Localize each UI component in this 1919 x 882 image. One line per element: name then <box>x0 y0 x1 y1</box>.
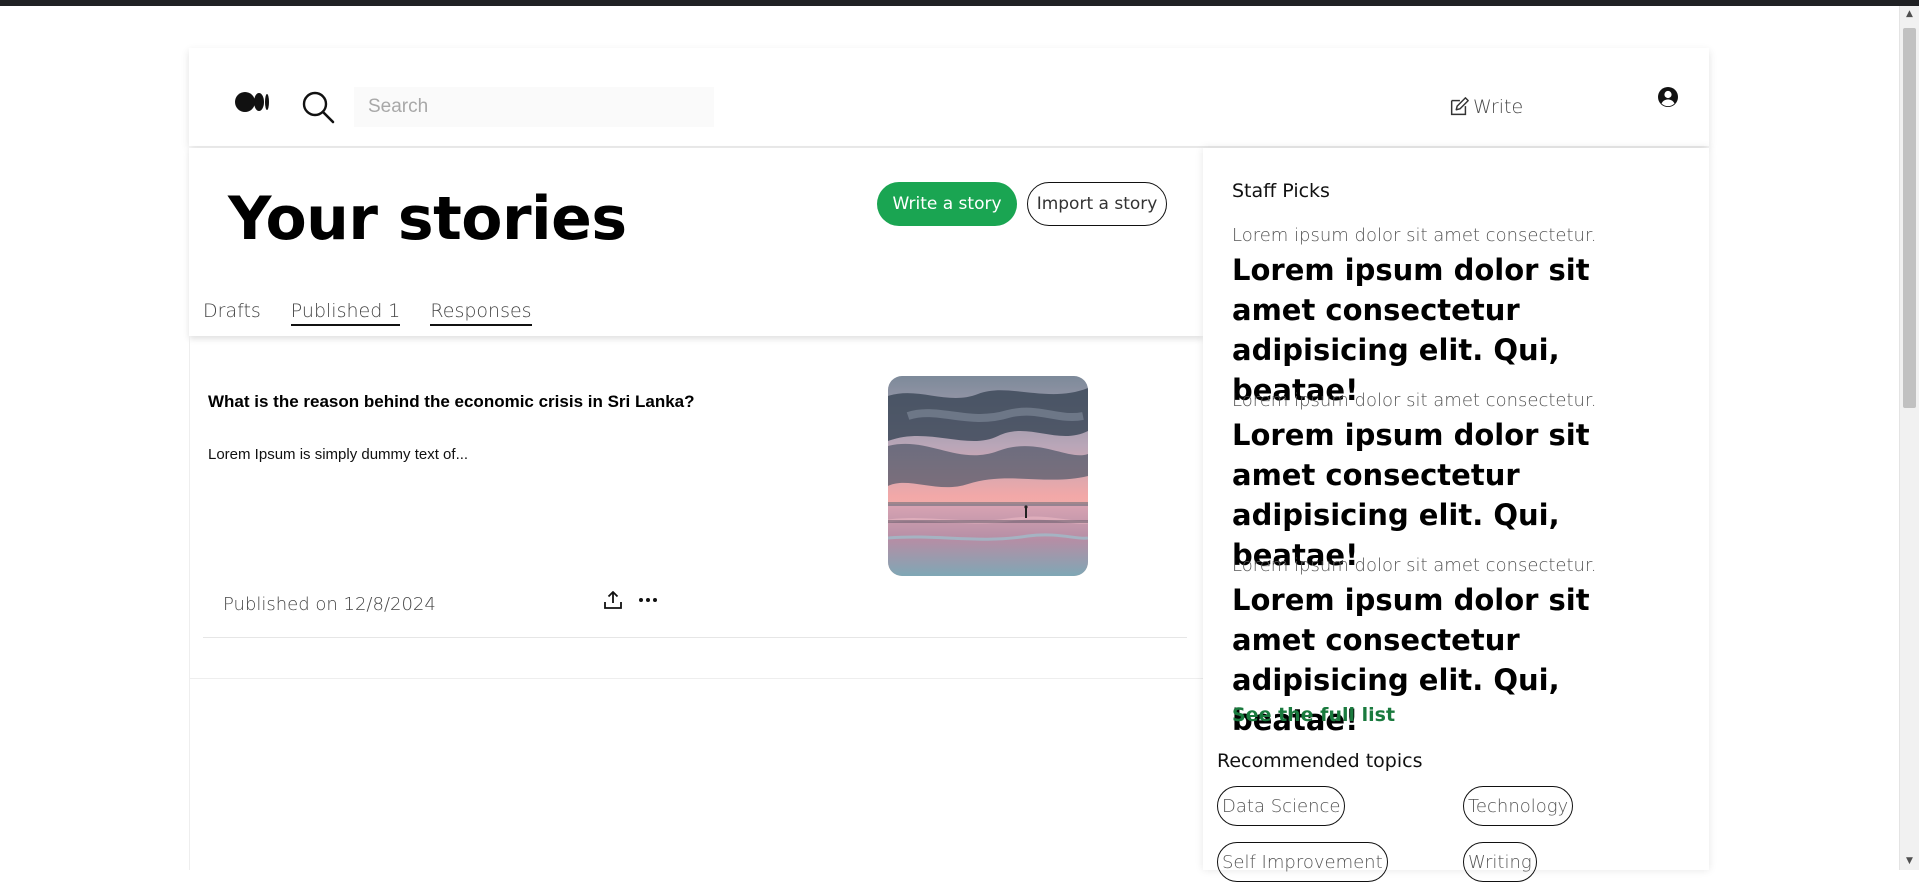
sunset-beach-image <box>888 376 1088 576</box>
pick-subtitle: Lorem ipsum dolor sit amet consectetur. <box>1232 555 1597 576</box>
user-avatar-icon[interactable] <box>1657 86 1679 108</box>
story-thumbnail[interactable] <box>888 376 1088 576</box>
write-story-button[interactable]: Write a story <box>877 182 1017 226</box>
share-icon[interactable] <box>602 589 624 611</box>
tab-drafts[interactable]: Drafts <box>203 300 261 326</box>
edit-icon <box>1450 97 1469 116</box>
story-title[interactable]: What is the reason behind the economic c… <box>208 392 828 412</box>
scrollbar-thumb[interactable] <box>1903 28 1916 408</box>
write-label: Write <box>1473 96 1524 118</box>
scroll-down-icon[interactable]: ▼ <box>1900 853 1919 870</box>
pick-subtitle: Lorem ipsum dolor sit amet consectetur. <box>1232 225 1597 246</box>
medium-logo-icon[interactable] <box>235 92 271 114</box>
page-title: Your stories <box>228 184 627 254</box>
import-story-button[interactable]: Import a story <box>1027 182 1167 226</box>
site-header: Write <box>189 48 1709 146</box>
staff-pick-item[interactable]: Lorem ipsum dolor sit amet consectetur. … <box>1232 390 1672 575</box>
topic-chip-self-improvement[interactable]: Self Improvement <box>1217 842 1388 882</box>
write-link[interactable]: Write <box>1448 92 1523 122</box>
search-icon[interactable] <box>301 90 335 124</box>
scroll-up-icon[interactable]: ▲ <box>1900 6 1919 23</box>
staff-pick-item[interactable]: Lorem ipsum dolor sit amet consectetur. … <box>1232 225 1672 410</box>
tab-responses[interactable]: Responses <box>430 300 532 326</box>
sidebar: Staff Picks Lorem ipsum dolor sit amet c… <box>1203 148 1709 882</box>
stories-header: Your stories Write a story Import a stor… <box>189 148 1203 336</box>
topic-chip-data-science[interactable]: Data Science <box>1217 786 1346 826</box>
pick-subtitle: Lorem ipsum dolor sit amet consectetur. <box>1232 390 1597 411</box>
story-tabs: Drafts Published 1 Responses <box>203 300 562 326</box>
story-excerpt: Lorem Ipsum is simply dummy text of... <box>208 446 469 463</box>
published-date: Published on 12/8/2024 <box>223 594 436 615</box>
topic-chip-writing[interactable]: Writing <box>1463 842 1537 882</box>
page-scrollbar[interactable]: ▲ ▼ <box>1899 6 1919 870</box>
staff-picks-title: Staff Picks <box>1232 180 1330 202</box>
list-divider <box>189 678 1203 679</box>
panel-border <box>189 336 190 870</box>
pick-title[interactable]: Lorem ipsum dolor sit amet consectetur a… <box>1232 415 1672 575</box>
browser-top-bar <box>0 0 1919 6</box>
tab-published[interactable]: Published 1 <box>290 300 401 326</box>
more-options-icon[interactable] <box>637 589 659 611</box>
see-full-list-link[interactable]: See the full list <box>1232 704 1395 726</box>
recommended-topics-title: Recommended topics <box>1217 750 1423 772</box>
pick-title[interactable]: Lorem ipsum dolor sit amet consectetur a… <box>1232 250 1672 410</box>
topic-chip-technology[interactable]: Technology <box>1463 786 1574 826</box>
search-input[interactable] <box>354 87 714 127</box>
